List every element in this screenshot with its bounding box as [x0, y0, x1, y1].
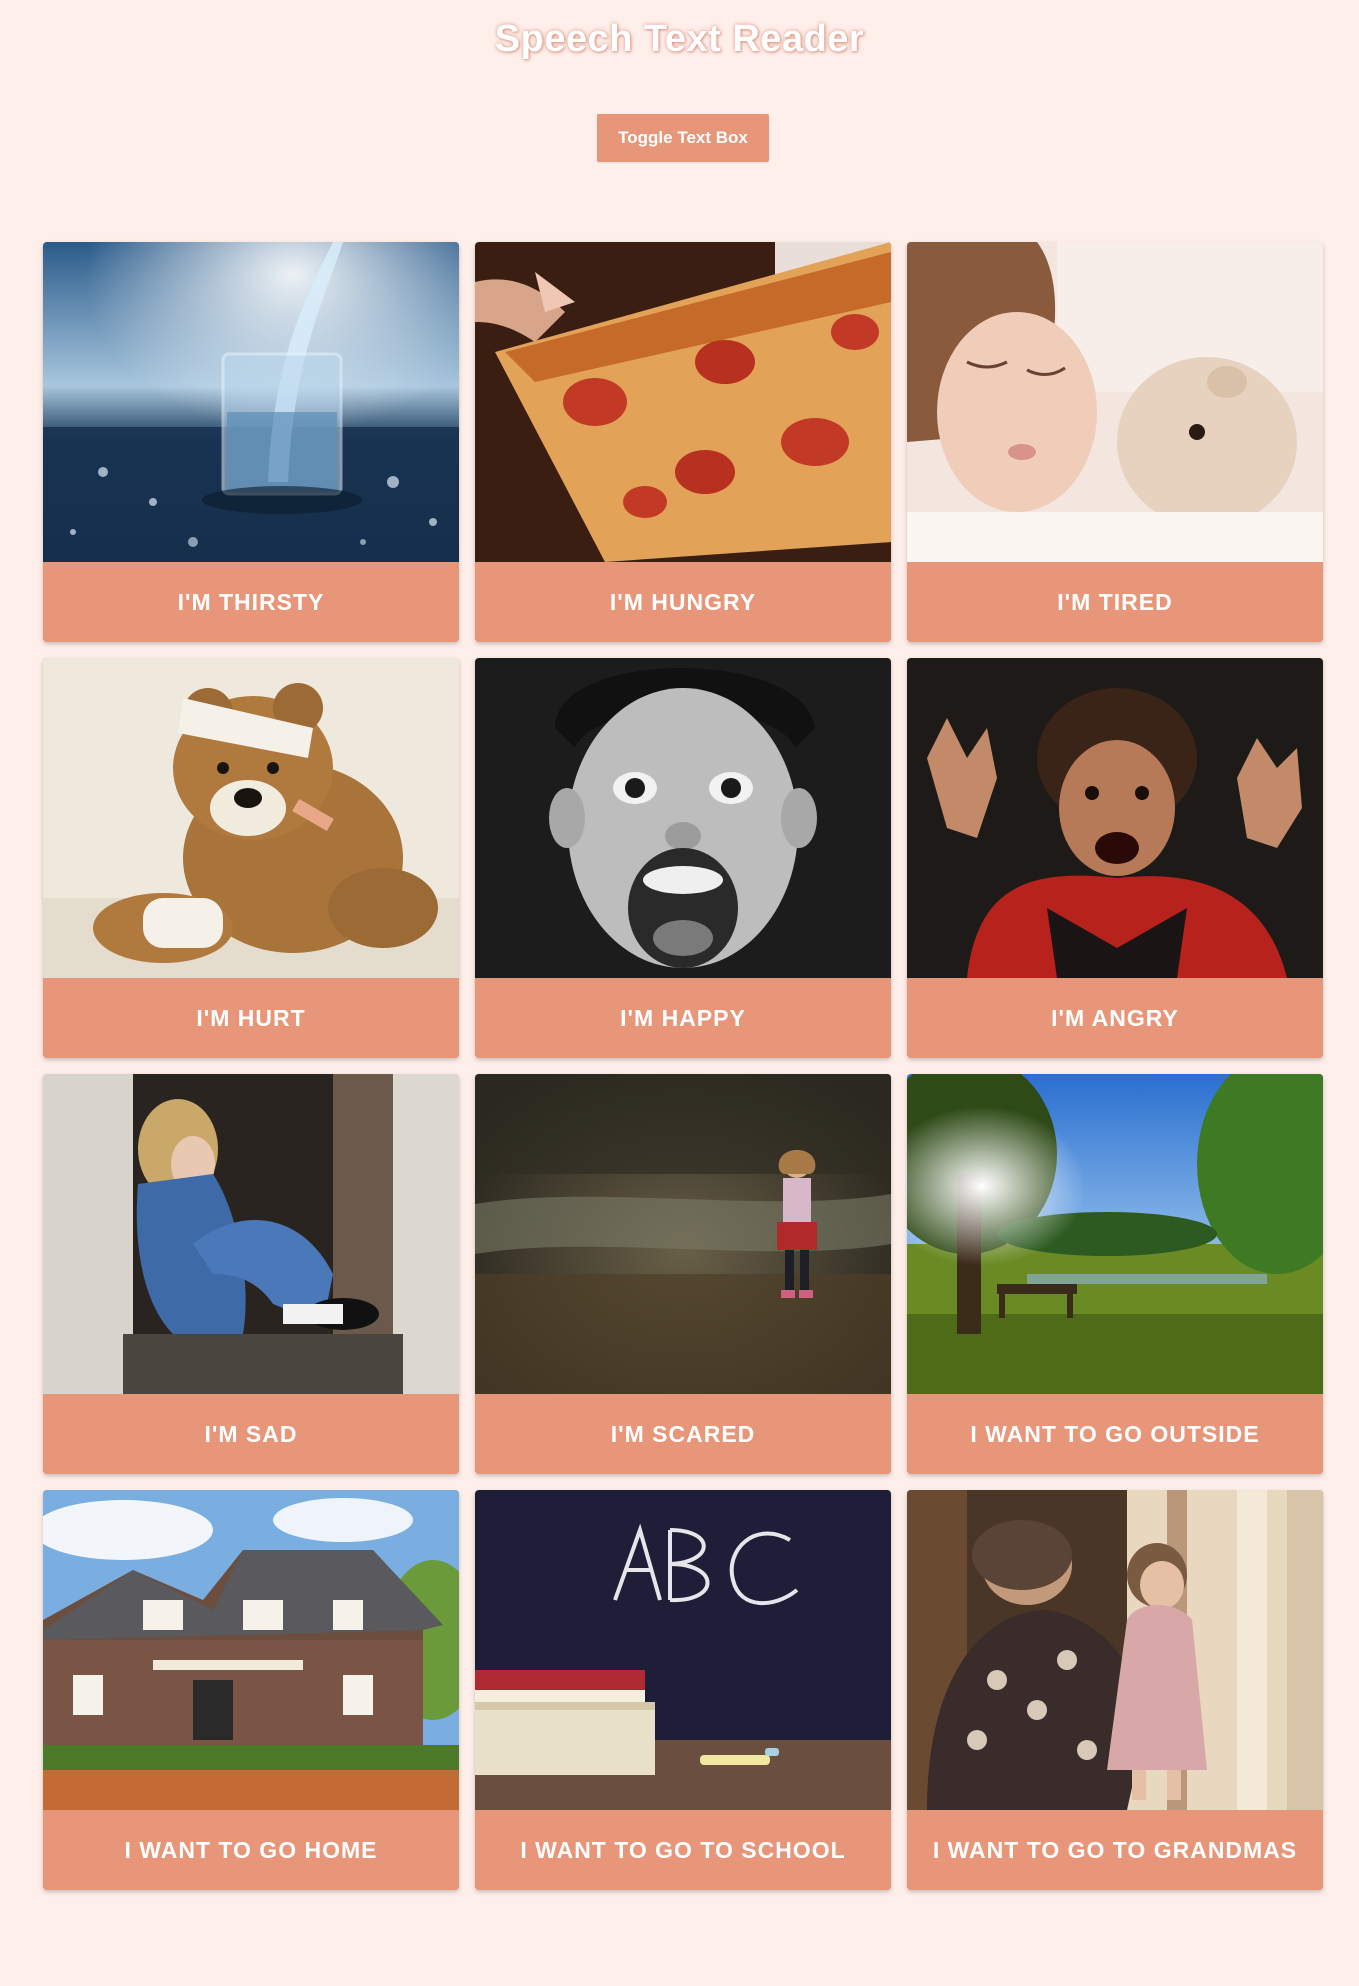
card-angry[interactable]: I'm Angry	[907, 658, 1323, 1058]
card-home[interactable]: I Want To Go Home	[43, 1490, 459, 1890]
angry-boy-image	[907, 658, 1323, 978]
page-title: Speech Text Reader	[494, 18, 865, 60]
card-grid: I'm Thirsty I'm Hungry	[43, 242, 1324, 1890]
card-hungry[interactable]: I'm Hungry	[475, 242, 891, 642]
card-scared[interactable]: I'm Scared	[475, 1074, 891, 1474]
excited-boy-image	[475, 658, 891, 978]
card-sad[interactable]: I'm Sad	[43, 1074, 459, 1474]
toggle-text-box-button[interactable]: Toggle Text Box	[597, 114, 769, 162]
card-label: I'm Tired	[907, 562, 1323, 642]
card-grandmas[interactable]: I Want To Go To Grandmas	[907, 1490, 1323, 1890]
grandma-and-child-image	[907, 1490, 1323, 1810]
scared-girl-in-forest-image	[475, 1074, 891, 1394]
card-label: I'm Angry	[907, 978, 1323, 1058]
glass-of-water-image	[43, 242, 459, 562]
sunny-park-image	[907, 1074, 1323, 1394]
card-label: I'm Hungry	[475, 562, 891, 642]
card-happy[interactable]: I'm Happy	[475, 658, 891, 1058]
bandaged-teddy-bear-image	[43, 658, 459, 978]
card-tired[interactable]: I'm Tired	[907, 242, 1323, 642]
card-label: I'm Thirsty	[43, 562, 459, 642]
card-thirsty[interactable]: I'm Thirsty	[43, 242, 459, 642]
brick-house-image	[43, 1490, 459, 1810]
card-school[interactable]: I Want To Go To School	[475, 1490, 891, 1890]
card-outside[interactable]: I Want To Go Outside	[907, 1074, 1323, 1474]
card-label: I Want To Go Home	[43, 1810, 459, 1890]
card-hurt[interactable]: I'm Hurt	[43, 658, 459, 1058]
pizza-slice-image	[475, 242, 891, 562]
card-label: I Want To Go To Grandmas	[907, 1810, 1323, 1890]
sleeping-child-image	[907, 242, 1323, 562]
card-label: I'm Hurt	[43, 978, 459, 1058]
chalkboard-abc-image	[475, 1490, 891, 1810]
card-label: I'm Happy	[475, 978, 891, 1058]
card-label: I'm Sad	[43, 1394, 459, 1474]
card-label: I Want To Go Outside	[907, 1394, 1323, 1474]
card-label: I Want To Go To School	[475, 1810, 891, 1890]
card-label: I'm Scared	[475, 1394, 891, 1474]
sad-child-in-doorway-image	[43, 1074, 459, 1394]
